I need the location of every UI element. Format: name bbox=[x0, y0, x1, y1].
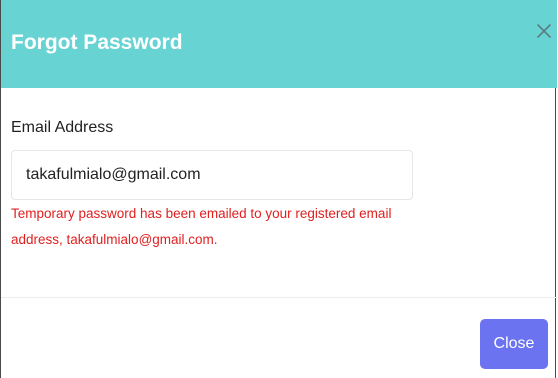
modal-body: Email Address Temporary password has bee… bbox=[1, 88, 557, 297]
modal-header: Forgot Password bbox=[1, 0, 557, 88]
modal-title: Forgot Password bbox=[11, 31, 183, 54]
email-label: Email Address bbox=[11, 119, 114, 136]
status-message-line-1: Temporary password has been emailed to y… bbox=[11, 206, 392, 221]
status-message-line-2: address, takafulmialo@gmail.com. bbox=[11, 232, 218, 247]
forgot-password-modal: Forgot Password Email Address Temporary … bbox=[0, 0, 557, 378]
close-icon[interactable] bbox=[533, 20, 555, 42]
close-button[interactable]: Close bbox=[480, 319, 548, 369]
email-field[interactable] bbox=[11, 150, 413, 200]
modal-footer: Close bbox=[1, 298, 557, 378]
